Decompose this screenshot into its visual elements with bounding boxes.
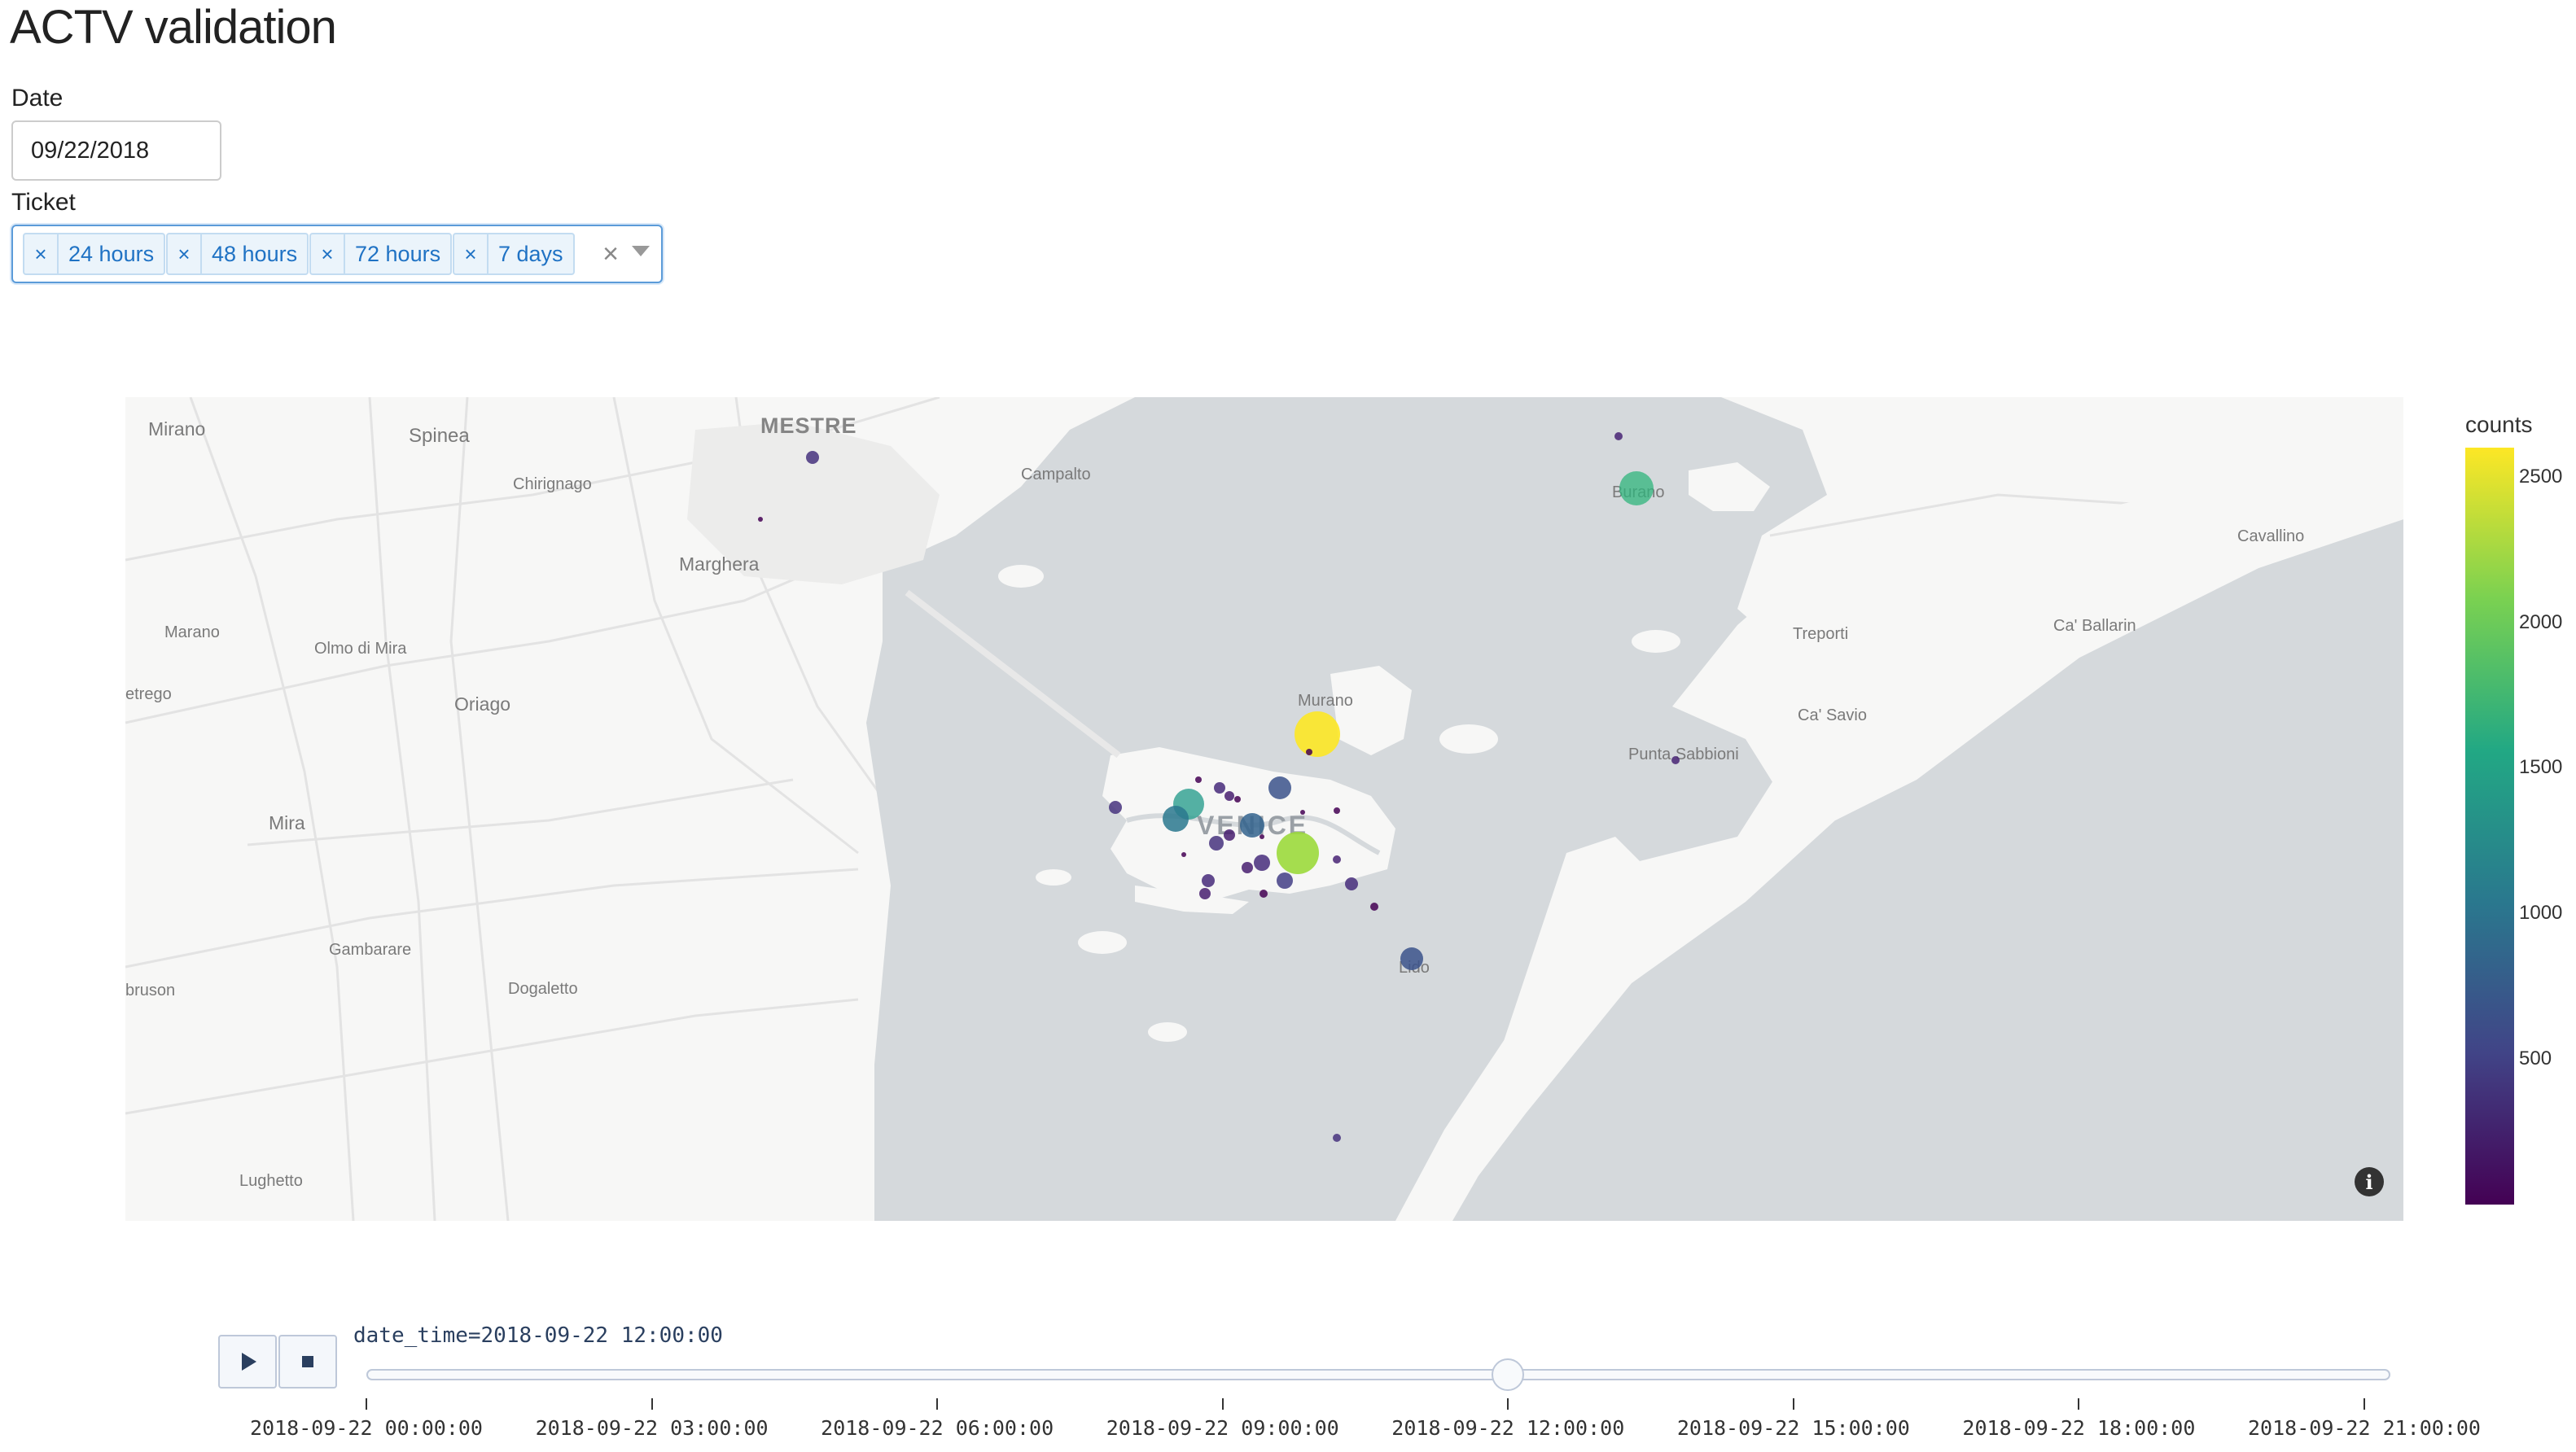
slider-tick-label[interactable]: 2018-09-22 09:00:00 <box>1106 1416 1339 1440</box>
play-button[interactable] <box>218 1335 277 1389</box>
stop-bubble[interactable] <box>1209 836 1224 851</box>
stop-bubble[interactable] <box>1224 791 1234 801</box>
ticket-chip-7-days: × 7 days <box>453 233 575 275</box>
slider-tick-label[interactable]: 2018-09-22 00:00:00 <box>250 1416 483 1440</box>
stop-bubble[interactable] <box>1234 796 1241 803</box>
chip-remove-icon[interactable]: × <box>311 234 345 273</box>
stop-bubble[interactable] <box>1306 749 1312 755</box>
colorbar-tick-label: 1500 <box>2519 756 2563 779</box>
date-label: Date <box>11 85 64 112</box>
chip-remove-icon[interactable]: × <box>168 234 202 273</box>
stop-bubble[interactable] <box>806 451 819 464</box>
stop-bubble[interactable] <box>1181 852 1186 857</box>
stop-bubble[interactable] <box>1295 711 1340 757</box>
slider-tick-mark <box>2364 1398 2365 1410</box>
clear-all-icon[interactable]: × <box>596 233 625 275</box>
slider-tick-mark <box>1507 1398 1509 1410</box>
chip-label: 72 hours <box>355 241 441 266</box>
stop-bubble[interactable] <box>1260 890 1268 898</box>
stop-bubble[interactable] <box>1333 1134 1341 1142</box>
stop-bubble[interactable] <box>1277 873 1293 889</box>
stop-bubble[interactable] <box>1614 432 1623 440</box>
chip-remove-icon[interactable]: × <box>454 234 488 273</box>
time-slider-rail[interactable] <box>366 1369 2390 1380</box>
stop-bubble[interactable] <box>1199 888 1211 899</box>
stop-bubble[interactable] <box>1268 776 1291 799</box>
ticket-multiselect[interactable]: × 24 hours × 48 hours × 72 hours × 7 day… <box>11 225 663 283</box>
stop-bubble[interactable] <box>1240 813 1264 838</box>
slider-current-value: date_time=2018-09-22 12:00:00 <box>353 1323 723 1348</box>
ticket-chip-24-hours: × 24 hours <box>23 233 166 275</box>
slider-tick-mark <box>366 1398 367 1410</box>
stop-bubble[interactable] <box>1619 471 1654 505</box>
stop-bubble[interactable] <box>758 517 763 522</box>
page-title: ACTV validation <box>10 1 337 54</box>
stop-button[interactable] <box>278 1335 337 1389</box>
slider-tick-mark <box>651 1398 653 1410</box>
slider-tick-label[interactable]: 2018-09-22 06:00:00 <box>821 1416 1054 1440</box>
stop-bubble[interactable] <box>1300 810 1305 815</box>
colorbar-gradient <box>2465 448 2514 1205</box>
colorbar-tick-label: 1000 <box>2519 902 2563 925</box>
stop-bubble[interactable] <box>1671 756 1680 764</box>
stop-bubble[interactable] <box>1260 834 1264 839</box>
slider-tick-mark <box>2078 1398 2080 1410</box>
play-icon <box>242 1353 256 1371</box>
slider-tick-mark <box>1792 1398 1794 1410</box>
colorbar-title: counts <box>2465 412 2533 437</box>
slider-tick-mark <box>936 1398 939 1410</box>
colorbar-tick-label: 2500 <box>2519 465 2563 488</box>
slider-tick-label[interactable]: 2018-09-22 15:00:00 <box>1677 1416 1910 1440</box>
slider-tick-mark <box>1221 1398 1224 1410</box>
slider-tick-label[interactable]: 2018-09-22 03:00:00 <box>536 1416 769 1440</box>
chip-label: 48 hours <box>212 241 298 266</box>
stop-bubble[interactable] <box>1254 855 1270 871</box>
slider-tick-label[interactable]: 2018-09-22 12:00:00 <box>1391 1416 1624 1440</box>
validation-bubbles <box>758 432 1680 1142</box>
stop-bubble[interactable] <box>1195 776 1202 783</box>
stop-bubble[interactable] <box>1277 832 1319 874</box>
stop-bubble[interactable] <box>1202 874 1215 887</box>
stop-bubble[interactable] <box>1400 947 1423 970</box>
chevron-down-icon[interactable] <box>632 246 650 256</box>
map-panel[interactable]: Mirano Spinea MESTRE Chirignago Campalto… <box>125 397 2403 1221</box>
colorbar-tick-label: 2000 <box>2519 610 2563 633</box>
stop-bubble[interactable] <box>1370 903 1378 911</box>
ticket-chip-72-hours: × 72 hours <box>309 233 453 275</box>
colorbar-tick-label: 500 <box>2519 1047 2552 1070</box>
stop-bubble[interactable] <box>1334 807 1340 814</box>
stop-icon <box>302 1356 313 1367</box>
ticket-label: Ticket <box>11 189 76 216</box>
ticket-chip-48-hours: × 48 hours <box>166 233 309 275</box>
stop-bubble[interactable] <box>1242 862 1253 873</box>
stop-bubble[interactable] <box>1224 829 1235 841</box>
slider-tick-label[interactable]: 2018-09-22 21:00:00 <box>2248 1416 2481 1440</box>
map-attribution-info-icon[interactable]: i <box>2355 1167 2384 1196</box>
date-input[interactable]: 09/22/2018 <box>11 120 221 181</box>
stop-bubble[interactable] <box>1109 801 1122 814</box>
stop-bubble[interactable] <box>1333 855 1341 864</box>
stop-bubble[interactable] <box>1214 782 1225 794</box>
stop-bubble[interactable] <box>1163 806 1189 832</box>
time-slider-handle[interactable] <box>1492 1358 1525 1391</box>
chip-label: 7 days <box>498 241 563 266</box>
stop-bubble[interactable] <box>1345 877 1358 890</box>
slider-tick-label[interactable]: 2018-09-22 18:00:00 <box>1962 1416 2195 1440</box>
chip-label: 24 hours <box>68 241 155 266</box>
chip-remove-icon[interactable]: × <box>24 234 59 273</box>
